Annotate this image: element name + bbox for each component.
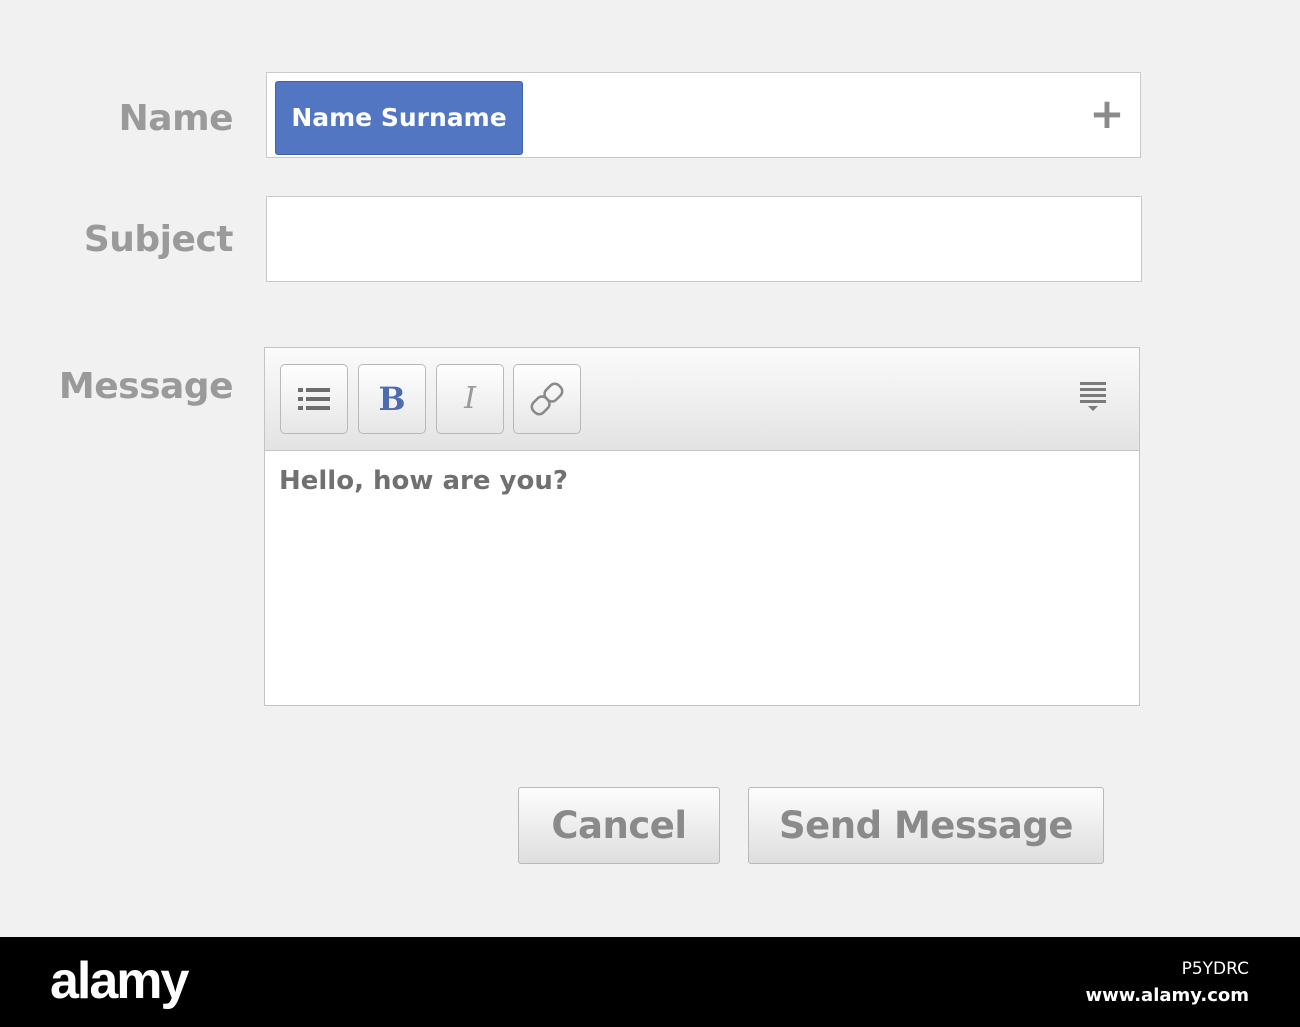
italic-icon: I (464, 381, 476, 416)
editor-toolbar: B I (265, 348, 1139, 451)
menu-dropdown-icon[interactable] (1077, 378, 1111, 414)
send-message-button[interactable]: Send Message (748, 787, 1104, 864)
recipient-field[interactable]: Name Surname + (266, 72, 1141, 158)
message-label: Message (58, 366, 234, 407)
plus-icon[interactable]: + (1088, 93, 1126, 135)
alamy-logo: alamy (50, 952, 189, 1010)
list-button[interactable] (280, 364, 348, 434)
watermark-footer: alamy P5YDRC www.alamy.com (0, 937, 1300, 1027)
cancel-button[interactable]: Cancel (518, 787, 720, 864)
link-button[interactable] (513, 364, 581, 434)
recipient-chip[interactable]: Name Surname (275, 81, 523, 155)
message-text[interactable]: Hello, how are you? (279, 466, 568, 496)
message-form: Name Name Surname + Subject Message B I … (0, 0, 1300, 937)
bold-icon: B (378, 380, 406, 418)
message-editor: B I Hello, how are you? (264, 347, 1140, 706)
subject-input[interactable] (266, 196, 1142, 282)
name-label: Name (118, 98, 234, 139)
image-code: P5YDRC (1181, 959, 1249, 979)
list-icon (298, 388, 330, 410)
footer-url: www.alamy.com (1085, 985, 1249, 1006)
italic-button[interactable]: I (436, 364, 504, 434)
subject-label: Subject (83, 219, 234, 260)
link-icon (530, 382, 564, 416)
bold-button[interactable]: B (358, 364, 426, 434)
